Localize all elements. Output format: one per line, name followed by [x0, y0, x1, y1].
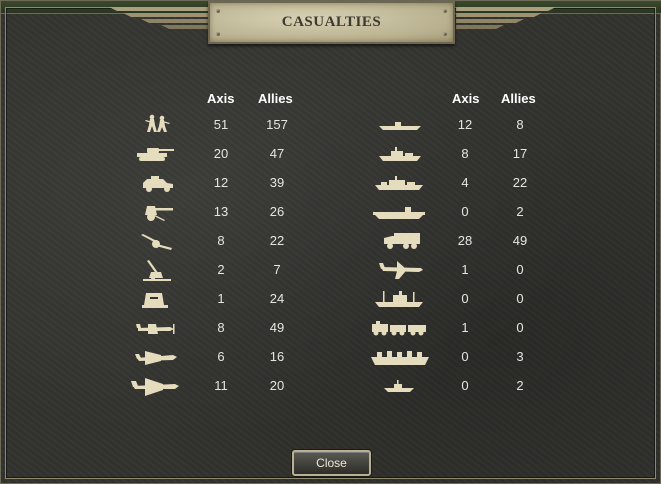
casualty-row-transport-plane: 1 0	[1, 260, 661, 282]
dialog-title: CASUALTIES	[281, 14, 382, 30]
axis-value: 1	[461, 320, 469, 335]
axis-value: 4	[461, 175, 469, 190]
left-wing-ornament	[109, 7, 209, 29]
allies-value: 0	[516, 291, 524, 306]
allies-value: 0	[516, 320, 524, 335]
allies-value: 17	[512, 146, 528, 161]
casualty-row-carrier: 0 2	[1, 204, 661, 224]
armored-train-icon	[370, 319, 430, 337]
landing-craft-icon	[369, 347, 431, 367]
carrier-icon	[371, 204, 427, 220]
axis-value: 0	[461, 378, 469, 393]
casualty-row-truck: 28 49	[1, 233, 661, 253]
destroyer-icon	[377, 146, 423, 162]
left-axis-header: Axis	[207, 91, 235, 106]
axis-value: 8	[461, 146, 469, 161]
axis-value: 1	[461, 262, 469, 277]
axis-value: 12	[457, 117, 473, 132]
allies-value: 2	[516, 378, 524, 393]
casualty-row-transport-ship: 0 0	[1, 291, 661, 311]
title-plate: CASUALTIES	[208, 1, 455, 44]
casualty-row-patrol-boat: 0 2	[1, 378, 661, 398]
left-allies-header: Allies	[258, 91, 293, 106]
close-button-label: Close	[316, 456, 347, 470]
axis-value: 28	[457, 233, 473, 248]
allies-value: 2	[516, 204, 524, 219]
transport-ship-icon	[373, 289, 425, 309]
right-wing-ornament	[456, 7, 556, 29]
casualty-row-destroyer: 8 17	[1, 146, 661, 166]
casualty-row-cruiser: 4 22	[1, 175, 661, 195]
cruiser-icon	[373, 175, 425, 191]
allies-value: 0	[516, 262, 524, 277]
axis-value: 0	[461, 349, 469, 364]
truck-icon	[382, 231, 422, 251]
casualty-row-armored-train: 1 0	[1, 320, 661, 340]
axis-value: 0	[461, 204, 469, 219]
patrol-boat-icon	[382, 378, 416, 394]
right-allies-header: Allies	[501, 91, 536, 106]
allies-value: 49	[512, 233, 528, 248]
close-button[interactable]: Close	[292, 450, 371, 476]
allies-value: 8	[516, 117, 524, 132]
casualty-row-submarine: 12 8	[1, 117, 661, 137]
axis-value: 0	[461, 291, 469, 306]
allies-value: 22	[512, 175, 528, 190]
casualty-row-landing-craft: 0 3	[1, 349, 661, 369]
casualties-dialog: CASUALTIES Axis Allies Axis Allies 51 15…	[0, 0, 661, 484]
transport-plane-icon	[377, 260, 425, 280]
allies-value: 3	[516, 349, 524, 364]
right-axis-header: Axis	[452, 91, 480, 106]
submarine-icon	[377, 119, 423, 131]
